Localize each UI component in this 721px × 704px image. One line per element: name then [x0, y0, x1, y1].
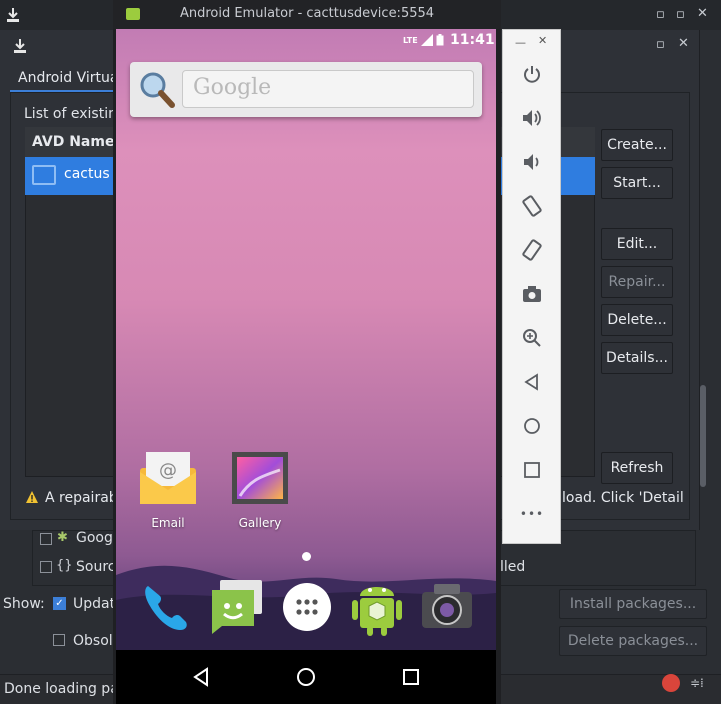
- warning-text-continued: load. Click 'Detail: [562, 490, 684, 506]
- create-button[interactable]: Create...: [601, 129, 673, 161]
- updates-checkbox[interactable]: ✓: [53, 597, 66, 610]
- list-label: List of existing: [24, 106, 126, 122]
- show-label: Show:: [3, 596, 45, 612]
- svg-text:@: @: [159, 460, 177, 481]
- more-options-icon[interactable]: •••: [512, 500, 552, 528]
- network-icon: LTE: [403, 34, 444, 46]
- package-status: lled: [500, 559, 526, 575]
- back-icon[interactable]: [191, 667, 211, 687]
- play-store-icon[interactable]: [350, 576, 404, 638]
- battery-icon: [436, 34, 444, 46]
- messaging-icon[interactable]: [208, 578, 264, 636]
- screenshot-icon[interactable]: [512, 280, 552, 308]
- package-label: Goog: [76, 530, 113, 546]
- package-label: Sourc: [76, 559, 116, 575]
- refresh-button[interactable]: Refresh: [601, 452, 673, 484]
- emulator-title: Android Emulator - cacttusdevice:5554: [179, 6, 435, 21]
- email-app-icon[interactable]: @: [138, 450, 198, 506]
- package-checkbox[interactable]: [40, 561, 52, 573]
- repair-button[interactable]: Repair...: [601, 266, 673, 298]
- android-icon: ✱: [57, 530, 68, 545]
- avd-name-cell: cactus: [64, 166, 110, 182]
- status-text: Done loading pac: [4, 681, 127, 697]
- phone-icon[interactable]: [140, 582, 192, 634]
- delete-button[interactable]: Delete...: [601, 304, 673, 336]
- close-icon[interactable]: ✕: [678, 36, 689, 51]
- home-icon[interactable]: [296, 667, 316, 687]
- close-icon[interactable]: ✕: [697, 6, 708, 21]
- rotate-left-icon[interactable]: [512, 192, 552, 220]
- obsolete-checkbox[interactable]: [53, 634, 65, 646]
- clock: 11:41: [450, 32, 495, 48]
- updates-label: Updat: [73, 596, 116, 612]
- home-icon[interactable]: [512, 412, 552, 440]
- app-label-email: Email: [151, 516, 185, 530]
- source-icon: {}: [56, 558, 73, 573]
- column-header-avd-name[interactable]: AVD Name: [32, 134, 114, 150]
- download-icon: [7, 8, 19, 22]
- package-checkbox[interactable]: [40, 533, 52, 545]
- device-icon: [32, 165, 56, 185]
- details-button[interactable]: Details...: [601, 342, 673, 374]
- page-indicator: [302, 552, 311, 561]
- scrollbar[interactable]: [700, 385, 706, 487]
- volume-up-icon[interactable]: [512, 104, 552, 132]
- stop-icon[interactable]: [662, 674, 680, 692]
- download-icon: [14, 39, 26, 53]
- camera-icon[interactable]: [418, 580, 476, 634]
- install-packages-button[interactable]: Install packages...: [559, 589, 707, 619]
- back-icon[interactable]: [512, 368, 552, 396]
- minimize-icon[interactable]: —: [515, 36, 526, 49]
- search-icon: [140, 72, 175, 108]
- volume-down-icon[interactable]: [512, 148, 552, 176]
- edit-button[interactable]: Edit...: [601, 228, 673, 260]
- gallery-app-icon[interactable]: [230, 450, 290, 506]
- rotate-right-icon[interactable]: [512, 236, 552, 264]
- obsolete-label: Obsol: [73, 633, 113, 649]
- start-button[interactable]: Start...: [601, 167, 673, 199]
- warning-icon: [26, 491, 38, 503]
- power-icon[interactable]: [512, 60, 552, 88]
- app-label-gallery: Gallery: [238, 516, 282, 530]
- memory-icon: ≑⁞: [690, 676, 704, 690]
- overview-icon[interactable]: [512, 456, 552, 484]
- tab-android-virtual-devices[interactable]: Android Virtua: [10, 64, 116, 92]
- delete-packages-button[interactable]: Delete packages...: [559, 626, 707, 656]
- signal-icon: [420, 34, 433, 46]
- warning-text: A repairab: [45, 490, 118, 506]
- close-icon[interactable]: ✕: [538, 34, 547, 47]
- app-drawer-icon[interactable]: [282, 582, 332, 632]
- maximize-icon[interactable]: ▫: [656, 37, 665, 52]
- zoom-icon[interactable]: [512, 324, 552, 352]
- maximize-icon[interactable]: ▫: [676, 7, 685, 22]
- minimize-icon[interactable]: ▫: [656, 7, 665, 22]
- search-placeholder: Google: [193, 75, 272, 100]
- overview-icon[interactable]: [401, 667, 421, 687]
